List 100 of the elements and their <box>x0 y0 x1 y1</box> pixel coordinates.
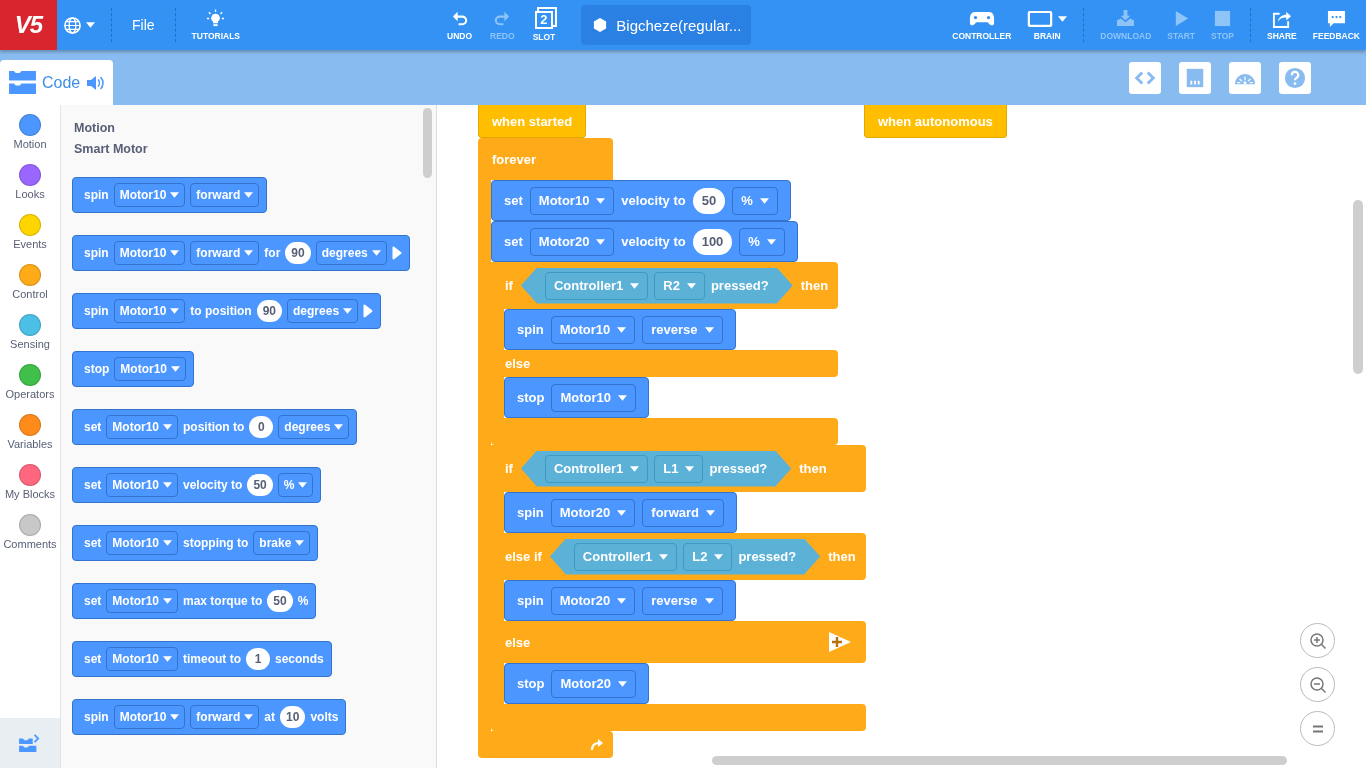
code-block[interactable]: set Motor10 stopping to brake <box>72 525 319 561</box>
tutorials-button[interactable]: TUTORIALS <box>185 0 247 50</box>
block-dropdown[interactable]: Controller1 <box>573 542 678 571</box>
block-dropdown[interactable]: forward <box>190 241 260 265</box>
number-field[interactable]: 90 <box>285 242 311 264</box>
block-dropdown[interactable]: Controller1 <box>544 454 649 483</box>
code-block[interactable]: set Motor10 velocity to 50 % <box>72 467 322 503</box>
number-field[interactable]: 0 <box>249 416 274 438</box>
code-tab[interactable]: Code <box>0 60 113 105</box>
block-dropdown[interactable]: Controller1 <box>544 271 649 300</box>
project-name-field[interactable]: Bigcheze(regular... <box>581 5 752 45</box>
block-dropdown[interactable]: Motor20 <box>551 669 636 698</box>
download-icon <box>1116 9 1136 28</box>
code-block[interactable]: set Motor10 timeout to 1 seconds <box>72 641 332 677</box>
extensions-button[interactable] <box>0 718 60 768</box>
brain-button[interactable]: BRAIN <box>1021 0 1074 50</box>
category-item[interactable]: Looks <box>0 164 60 214</box>
block-dropdown[interactable]: Motor10 <box>106 473 178 497</box>
block-dropdown[interactable]: Motor10 <box>106 531 178 555</box>
caret-icon <box>714 553 724 560</box>
code-block[interactable]: spin Motor10 forward for 90 degrees <box>72 235 410 271</box>
number-field[interactable]: 1 <box>246 648 270 670</box>
block-dropdown[interactable]: % <box>277 473 314 497</box>
play-icon[interactable] <box>363 304 374 318</box>
category-item[interactable]: Motion <box>0 114 60 164</box>
dashboard-button[interactable] <box>1229 62 1261 94</box>
category-item[interactable]: Sensing <box>0 314 60 364</box>
category-item[interactable]: Control <box>0 264 60 314</box>
number-field[interactable]: 50 <box>692 187 726 214</box>
block-dropdown[interactable]: Motor10 <box>106 415 178 439</box>
block-dropdown[interactable]: Motor10 <box>551 383 636 412</box>
category-item[interactable]: Events <box>0 214 60 264</box>
zoom-reset-button[interactable] <box>1300 711 1335 746</box>
code-block[interactable]: spin Motor10 forward <box>72 177 268 213</box>
hat-block[interactable]: when started <box>478 105 587 138</box>
share-button[interactable]: SHARE <box>1261 0 1303 50</box>
category-item[interactable]: My Blocks <box>0 464 60 514</box>
block-dropdown[interactable]: L1 <box>654 454 704 483</box>
block-dropdown[interactable]: Motor10 <box>113 705 186 729</box>
block-dropdown[interactable]: Motor10 <box>550 315 636 344</box>
code-block[interactable]: spin Motor10 forward at 10 volts <box>72 699 347 735</box>
undo-button[interactable]: UNDO <box>441 0 479 50</box>
block-dropdown[interactable]: Motor10 <box>114 357 186 381</box>
zoom-out-button[interactable] <box>1300 667 1335 702</box>
block-dropdown[interactable]: R2 <box>654 271 705 300</box>
block-dropdown[interactable]: Motor10 <box>106 647 178 671</box>
block-dropdown[interactable]: % <box>739 227 785 256</box>
help-button[interactable] <box>1279 62 1311 94</box>
zoom-in-button[interactable] <box>1300 623 1335 658</box>
caret-icon <box>163 540 172 546</box>
block-dropdown[interactable]: reverse <box>642 586 723 615</box>
file-menu[interactable]: File <box>122 8 165 42</box>
logo[interactable]: V5 <box>0 0 57 50</box>
number-field[interactable]: 90 <box>256 300 283 322</box>
block-dropdown[interactable]: forward <box>190 705 260 729</box>
category-item[interactable]: Comments <box>0 514 60 564</box>
block-text: pressed? <box>738 549 797 564</box>
code-block[interactable]: spin Motor10 to position 90 degrees <box>72 293 382 329</box>
code-block[interactable]: stop Motor10 <box>72 351 194 387</box>
hat-block[interactable]: when autonomous <box>864 105 1007 138</box>
category-item[interactable]: Variables <box>0 414 60 464</box>
number-field[interactable]: 100 <box>692 228 733 255</box>
caret-icon <box>170 192 180 198</box>
block-dropdown[interactable]: Motor10 <box>113 241 186 265</box>
block-dropdown[interactable]: % <box>732 186 778 215</box>
scrollbar[interactable] <box>1353 200 1363 374</box>
controller-button[interactable]: CONTROLLER <box>946 0 1018 50</box>
block-dropdown[interactable]: Motor20 <box>550 498 636 527</box>
block-dropdown[interactable]: brake <box>253 531 311 555</box>
block-dropdown[interactable]: L2 <box>683 542 733 571</box>
stop-icon <box>1213 9 1232 28</box>
help-icon <box>1284 67 1306 89</box>
scrollbar[interactable] <box>712 756 1287 765</box>
block-dropdown[interactable]: Motor10 <box>113 183 186 207</box>
block-dropdown[interactable]: Motor10 <box>529 186 615 215</box>
code-block[interactable]: set Motor10 position to 0 degrees <box>72 409 358 445</box>
add-branch-icon[interactable] <box>827 631 852 653</box>
block-dropdown[interactable]: Motor20 <box>550 586 636 615</box>
code-viewer-button[interactable] <box>1129 62 1161 94</box>
block-dropdown[interactable]: reverse <box>642 315 723 344</box>
scrollbar[interactable] <box>423 108 432 178</box>
number-field[interactable]: 10 <box>280 706 306 728</box>
number-field[interactable]: 50 <box>247 474 273 496</box>
block-dropdown[interactable]: forward <box>642 498 724 527</box>
block-dropdown[interactable]: Motor10 <box>106 589 178 613</box>
caret-icon <box>170 250 180 256</box>
code-block[interactable]: set Motor10 max torque to 50 % <box>72 583 317 619</box>
block-dropdown[interactable]: Motor20 <box>529 227 615 256</box>
devices-button[interactable] <box>1179 62 1211 94</box>
number-field[interactable]: 50 <box>267 590 293 612</box>
feedback-button[interactable]: FEEDBACK <box>1306 0 1366 50</box>
block-dropdown[interactable]: degrees <box>287 299 359 323</box>
category-item[interactable]: Operators <box>0 364 60 414</box>
play-icon[interactable] <box>391 246 402 260</box>
block-dropdown[interactable]: Motor10 <box>113 299 186 323</box>
block-dropdown[interactable]: degrees <box>278 415 350 439</box>
block-dropdown[interactable]: forward <box>190 183 260 207</box>
block-dropdown[interactable]: degrees <box>315 241 387 265</box>
slot-button[interactable]: 2 SLOT <box>526 0 562 50</box>
category-label: Operators <box>5 388 55 400</box>
